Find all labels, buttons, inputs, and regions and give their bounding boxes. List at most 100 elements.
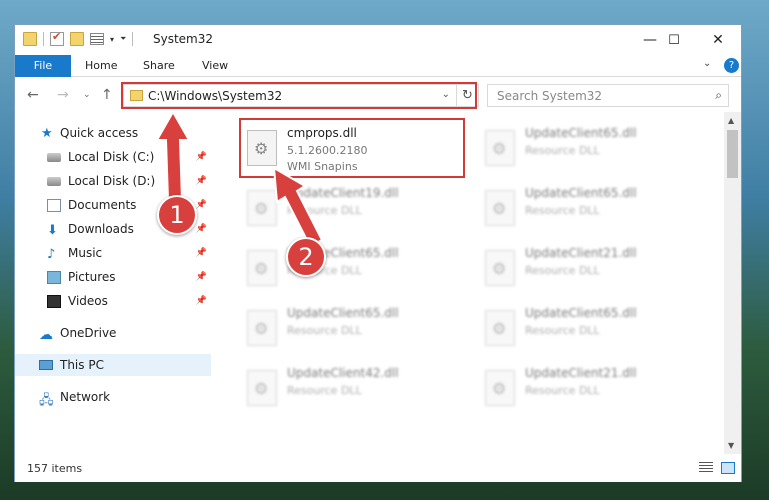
scroll-up-icon[interactable]: ▲	[728, 116, 734, 125]
sidebar-item-label: Music	[68, 246, 103, 260]
file-item[interactable]: UpdateClient42.dll Resource DLL	[237, 360, 467, 416]
pin-icon[interactable]: 📌	[196, 224, 207, 234]
pc-icon	[39, 360, 53, 370]
sidebar-item-label: Downloads	[68, 222, 134, 236]
pin-icon[interactable]: 📌	[196, 248, 207, 258]
search-input[interactable]: Search System32 ⌕	[487, 84, 729, 107]
scroll-down-icon[interactable]: ▼	[728, 441, 734, 450]
disk-icon	[47, 176, 61, 186]
pin-icon[interactable]: 📌	[196, 176, 207, 186]
folder-icon	[23, 32, 37, 46]
dll-file-icon	[247, 310, 277, 346]
onedrive-icon: ☁	[39, 326, 53, 343]
search-icon: ⌕	[715, 88, 722, 102]
chevron-down-icon[interactable]: ▾	[110, 35, 114, 44]
pin-icon[interactable]: 📌	[196, 272, 207, 282]
file-name: UpdateClient42.dll	[287, 366, 399, 380]
dll-file-icon	[485, 250, 515, 286]
sidebar-item-pictures[interactable]: Pictures 📌	[47, 266, 207, 288]
file-description: Resource DLL	[525, 264, 600, 277]
dll-file-icon	[485, 130, 515, 166]
file-item[interactable]: UpdateClient21.dll Resource DLL	[475, 240, 705, 296]
file-description: Resource DLL	[525, 204, 600, 217]
scrollbar-thumb[interactable]	[727, 130, 738, 178]
chevron-down-icon[interactable]: ⌄	[442, 89, 450, 100]
sidebar-item-this-pc[interactable]: This PC	[15, 354, 211, 376]
vertical-scrollbar[interactable]: ▲ ▼	[724, 112, 741, 454]
forward-arrow-icon[interactable]: →	[57, 87, 69, 103]
file-item[interactable]: UpdateClient65.dll Resource DLL	[475, 180, 705, 236]
dll-file-icon	[247, 130, 277, 166]
music-icon: ♪	[47, 246, 56, 262]
sidebar-item-label: Documents	[68, 198, 137, 212]
tab-file[interactable]: File	[15, 55, 71, 77]
pin-icon[interactable]: 📌	[196, 296, 207, 306]
file-item[interactable]: UpdateClient65.dll Resource DLL	[475, 300, 705, 356]
properties-check-icon[interactable]	[50, 30, 64, 46]
divider	[132, 32, 134, 46]
sidebar-item-label: Local Disk (C:)	[68, 150, 155, 164]
maximize-button[interactable]: ☐	[651, 25, 697, 55]
dll-file-icon	[247, 370, 277, 406]
dll-file-icon	[485, 190, 515, 226]
file-description: Resource DLL	[525, 384, 600, 397]
file-description: WMI Snapins	[287, 160, 358, 173]
file-name: cmprops.dll	[287, 126, 357, 140]
quick-access-toolbar: ▾ ⏷	[23, 30, 134, 46]
up-arrow-icon[interactable]: ↑	[101, 87, 113, 103]
divider	[43, 32, 44, 46]
sidebar-item-label: OneDrive	[60, 326, 117, 340]
file-name: UpdateClient65.dll	[525, 126, 637, 140]
tab-home[interactable]: Home	[75, 55, 127, 77]
title-bar: ▾ ⏷ System32 — ☐ ✕	[15, 25, 741, 55]
file-description: Resource DLL	[287, 324, 362, 337]
file-description: Resource DLL	[525, 144, 600, 157]
file-item[interactable]: UpdateClient65.dll Resource DLL	[237, 240, 467, 296]
sidebar-item-local-disk-c[interactable]: Local Disk (C:) 📌	[47, 146, 207, 168]
sidebar-item-label: Quick access	[60, 126, 139, 140]
file-item[interactable]: UpdateClient19.dll Resource DLL	[237, 180, 467, 236]
sidebar-item-music[interactable]: ♪ Music 📌	[47, 242, 207, 264]
tiles-view-icon[interactable]	[721, 462, 735, 474]
new-folder-icon[interactable]	[70, 32, 84, 46]
back-arrow-icon[interactable]: ←	[27, 87, 39, 103]
step-1-badge: 1	[157, 195, 197, 235]
pin-icon[interactable]: 📌	[196, 152, 207, 162]
window-title: System32	[153, 32, 214, 46]
file-item-cmprops[interactable]: cmprops.dll 5.1.2600.2180 WMI Snapins	[237, 120, 467, 176]
file-name: UpdateClient65.dll	[525, 306, 637, 320]
help-button[interactable]: ?	[724, 58, 739, 73]
sidebar-item-videos[interactable]: Videos 📌	[47, 290, 207, 312]
sidebar-item-label: Videos	[68, 294, 108, 308]
address-bar[interactable]: C:\Windows\System32 ⌄	[123, 84, 457, 107]
star-icon: ★	[41, 125, 53, 141]
pin-icon[interactable]: 📌	[196, 200, 207, 210]
file-item[interactable]: UpdateClient65.dll Resource DLL	[475, 120, 705, 176]
sidebar-item-quick-access[interactable]: ★ Quick access	[41, 122, 211, 144]
address-path: C:\Windows\System32	[148, 89, 283, 103]
sidebar-item-onedrive[interactable]: ☁ OneDrive	[39, 322, 209, 344]
file-item[interactable]: UpdateClient21.dll Resource DLL	[475, 360, 705, 416]
dll-file-icon	[247, 190, 277, 226]
close-button[interactable]: ✕	[695, 25, 741, 55]
file-item[interactable]: UpdateClient65.dll Resource DLL	[237, 300, 467, 356]
sidebar-item-local-disk-d[interactable]: Local Disk (D:) 📌	[47, 170, 207, 192]
pictures-icon	[47, 270, 61, 284]
file-name: UpdateClient21.dll	[525, 366, 637, 380]
recent-locations-icon[interactable]: ⌄	[83, 90, 91, 100]
customize-toolbar-icon[interactable]: ⏷	[120, 34, 126, 44]
status-bar: 157 items	[15, 454, 741, 482]
refresh-button[interactable]: ↻	[457, 84, 479, 107]
properties-icon[interactable]	[90, 33, 104, 45]
disk-icon	[47, 152, 61, 162]
dll-file-icon	[247, 250, 277, 286]
sidebar-item-network[interactable]: 🖧 Network	[39, 386, 209, 408]
tab-view[interactable]: View	[192, 55, 238, 77]
details-view-icon[interactable]	[699, 462, 713, 474]
file-name: UpdateClient65.dll	[525, 186, 637, 200]
file-name: UpdateClient21.dll	[525, 246, 637, 260]
tab-share[interactable]: Share	[133, 55, 185, 77]
item-count: 157 items	[27, 462, 83, 475]
expand-ribbon-icon[interactable]: ⌄	[703, 58, 711, 69]
sidebar-item-label: Pictures	[68, 270, 116, 284]
